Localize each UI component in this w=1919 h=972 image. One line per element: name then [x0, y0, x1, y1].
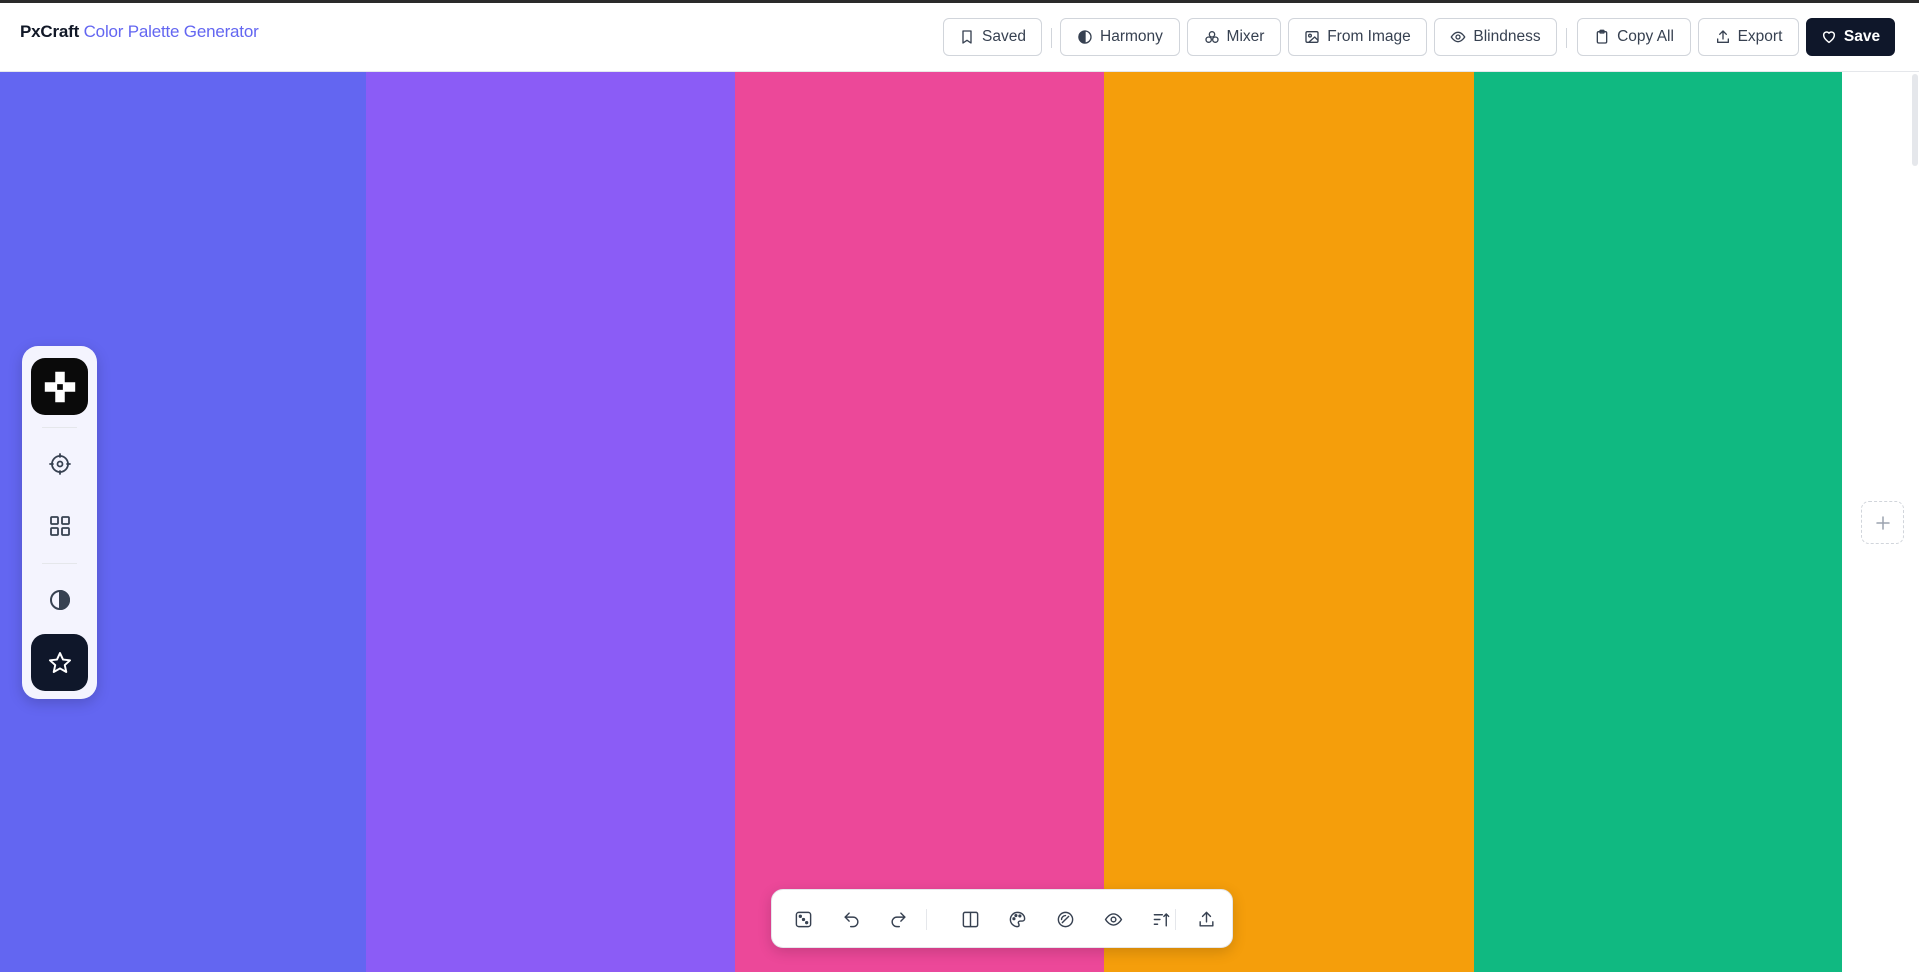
contrast-icon — [49, 589, 70, 610]
dock-favorites-button[interactable] — [31, 634, 88, 691]
link-button[interactable] — [1050, 904, 1080, 934]
clipboard-icon — [1596, 29, 1608, 44]
link-icon — [1057, 911, 1073, 927]
dock-divider — [42, 563, 77, 564]
blindness-button[interactable]: Blindness — [1434, 18, 1557, 56]
palette-columns — [0, 72, 1842, 972]
dock-grid-button[interactable] — [38, 504, 81, 547]
color-column[interactable] — [1474, 72, 1842, 972]
upload-icon — [1198, 911, 1214, 927]
mixer-label: Mixer — [1226, 28, 1265, 45]
brand-subtitle: Color Palette Generator — [83, 22, 259, 41]
copy-all-label: Copy All — [1617, 28, 1674, 45]
randomize-button[interactable] — [788, 904, 818, 934]
plus-icon — [1875, 515, 1890, 530]
bookmark-icon — [962, 30, 972, 44]
image-icon — [1305, 31, 1319, 43]
export-label: Export — [1737, 28, 1783, 45]
sort-icon — [1153, 912, 1169, 927]
bottom-toolbar-divider — [1175, 909, 1176, 930]
harmony-label: Harmony — [1100, 28, 1163, 45]
mixer-button[interactable]: Mixer — [1187, 18, 1281, 56]
palette-icon — [1009, 911, 1025, 927]
from-image-button[interactable]: From Image — [1288, 18, 1427, 56]
harmony-button[interactable]: Harmony — [1060, 18, 1180, 56]
dock-target-button[interactable] — [38, 442, 81, 485]
blindness-label: Blindness — [1473, 28, 1541, 45]
columns-icon — [962, 911, 978, 927]
saved-button[interactable]: Saved — [943, 18, 1042, 56]
color-column[interactable] — [1104, 72, 1474, 972]
dock-divider — [42, 427, 77, 428]
app-brand[interactable]: PxCraft Color Palette Generator — [20, 22, 259, 42]
undo-button[interactable] — [836, 904, 866, 934]
dock-logo-button[interactable] — [31, 358, 88, 415]
sort-button[interactable] — [1146, 904, 1176, 934]
saved-label: Saved — [982, 28, 1026, 45]
toolbar-divider — [1051, 28, 1052, 48]
star-icon — [48, 651, 71, 673]
dock-contrast-button[interactable] — [38, 578, 81, 621]
columns-button[interactable] — [955, 904, 985, 934]
bottom-toolbar — [771, 889, 1233, 948]
logo-icon — [44, 371, 75, 402]
save-button[interactable]: Save — [1806, 18, 1895, 56]
top-navigation-bar: PxCraft Color Palette Generator Saved Ha… — [0, 3, 1919, 72]
add-color-button[interactable] — [1861, 501, 1904, 544]
heart-icon — [1822, 31, 1835, 44]
from-image-label: From Image — [1327, 28, 1411, 45]
grid-icon — [49, 515, 70, 536]
upload-icon — [1716, 30, 1729, 43]
save-label: Save — [1843, 28, 1881, 45]
copy-all-button[interactable]: Copy All — [1577, 18, 1691, 56]
scrollbar-thumb[interactable] — [1912, 74, 1918, 166]
export-button[interactable]: Export — [1698, 18, 1799, 56]
brand-name: PxCraft — [20, 22, 80, 41]
color-column[interactable] — [735, 72, 1104, 972]
eye-icon — [1104, 912, 1122, 926]
redo-icon — [891, 911, 906, 927]
color-column[interactable] — [366, 72, 735, 972]
harmony-icon — [1078, 30, 1092, 44]
bottom-toolbar-divider — [926, 909, 927, 930]
dice-icon — [795, 911, 811, 927]
redo-button[interactable] — [883, 904, 913, 934]
side-dock — [22, 346, 97, 699]
scrollbar-track[interactable] — [1909, 72, 1919, 972]
toolbar-divider — [1566, 28, 1567, 48]
target-icon — [48, 452, 71, 475]
share-button[interactable] — [1191, 904, 1221, 934]
eye-icon — [1450, 31, 1466, 43]
palette-button[interactable] — [1002, 904, 1032, 934]
preview-button[interactable] — [1098, 904, 1128, 934]
mixer-icon — [1204, 31, 1219, 43]
undo-icon — [843, 911, 858, 927]
